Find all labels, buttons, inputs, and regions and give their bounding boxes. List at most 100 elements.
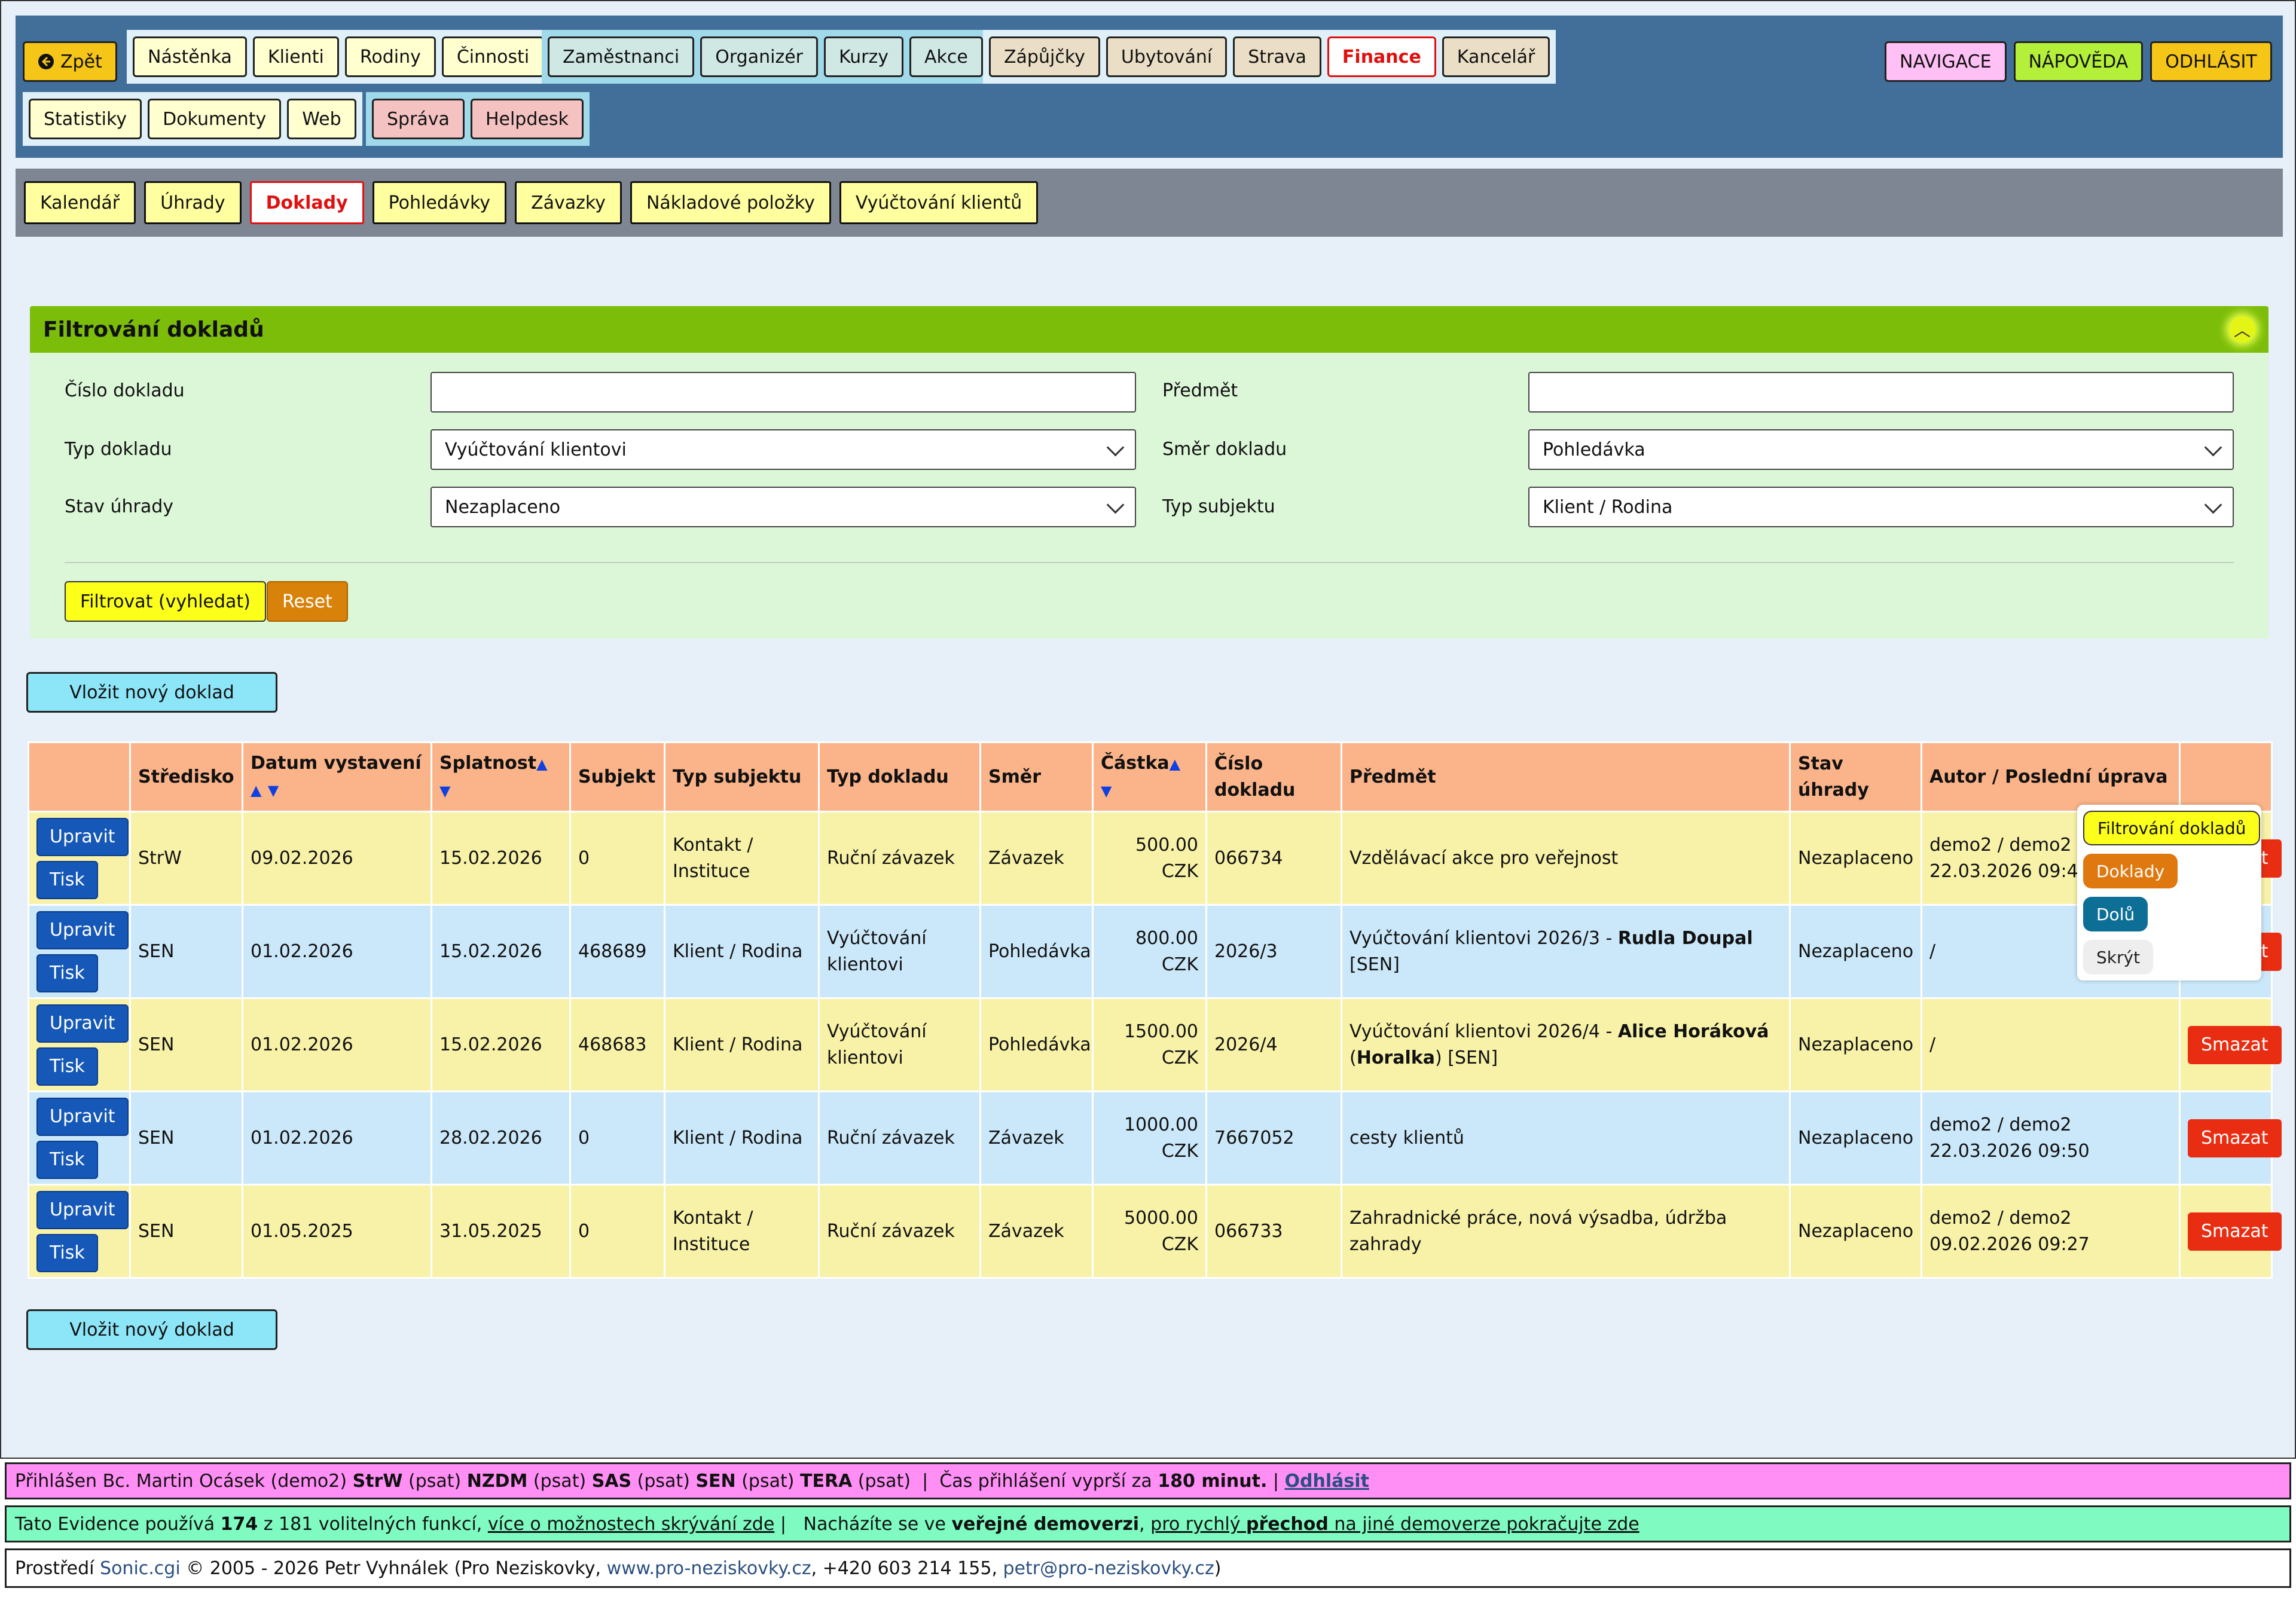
predmet-mid: ( xyxy=(1349,1047,1357,1068)
filter-reset-button[interactable]: Reset xyxy=(267,581,348,622)
tab-nakladove-polozky[interactable]: Nákladové položky xyxy=(630,181,831,224)
typ-subjektu-select[interactable]: Klient / Rodina xyxy=(1528,487,2234,527)
sonic-link[interactable]: Sonic.cgi xyxy=(100,1558,181,1579)
predmet-input[interactable] xyxy=(1528,372,2234,413)
cell-splatnost: 31.05.2025 xyxy=(430,1184,571,1279)
stav-uhrady-select[interactable]: Nezaplaceno xyxy=(430,487,1136,527)
nav-group-5: Správa Helpdesk xyxy=(366,92,590,146)
new-document-button-bottom[interactable]: Vložit nový doklad xyxy=(26,1309,277,1350)
jump-filter-button[interactable]: Filtrování dokladů xyxy=(2083,811,2261,845)
sort-desc-icon[interactable]: ▼ xyxy=(439,783,450,799)
delete-button[interactable]: Smazat xyxy=(2188,1212,2282,1251)
nav-zapujcky[interactable]: Zápůjčky xyxy=(989,36,1100,77)
nav-rodiny[interactable]: Rodiny xyxy=(344,36,436,77)
unit-name: NZDM xyxy=(466,1470,528,1492)
features-link[interactable]: více o možnostech skrývání zde xyxy=(488,1514,774,1535)
typ-dokladu-select[interactable]: Vyúčtování klientovi xyxy=(430,429,1136,470)
predmet-suffix: ) [SEN] xyxy=(1434,1047,1498,1068)
nav-finance[interactable]: Finance xyxy=(1327,36,1436,77)
cell-typ-subjektu: Kontakt / Instituce xyxy=(664,1184,820,1279)
tab-vyuctovani-klientu[interactable]: Vyúčtování klientů xyxy=(839,181,1039,224)
cell-stav: Nezaplaceno xyxy=(1789,904,1922,999)
nav-helpdesk[interactable]: Helpdesk xyxy=(470,99,584,139)
sort-asc-icon[interactable]: ▲ xyxy=(251,782,261,799)
nav-statistiky[interactable]: Statistiky xyxy=(29,99,142,139)
cell-smer: Pohledávka xyxy=(979,997,1094,1092)
jump-documents-button[interactable]: Doklady xyxy=(2083,854,2178,888)
new-document-button-top[interactable]: Vložit nový doklad xyxy=(26,672,277,713)
cell-predmet: Vzdělávací akce pro veřejnost xyxy=(1341,811,1791,906)
demo-switch-link[interactable]: pro rychlý přechod na jiné demoverze pok… xyxy=(1150,1514,1639,1535)
tab-uhrady[interactable]: Úhrady xyxy=(144,181,242,224)
nav-nastenka[interactable]: Nástěnka xyxy=(133,36,247,77)
back-label: Zpět xyxy=(60,51,102,72)
sort-desc-icon[interactable]: ▼ xyxy=(1101,783,1112,799)
delete-button[interactable]: Smazat xyxy=(2188,1119,2282,1157)
edit-button[interactable]: Upravit xyxy=(36,911,129,949)
sort-asc-icon[interactable]: ▲ xyxy=(1170,756,1180,772)
edit-button[interactable]: Upravit xyxy=(36,1004,129,1043)
cell-splatnost: 28.02.2026 xyxy=(430,1090,571,1186)
nav-akce[interactable]: Akce xyxy=(909,36,983,77)
col-predmet: Předmět xyxy=(1341,741,1791,812)
label-smer-dokladu: Směr dokladu xyxy=(1162,439,1287,460)
col-datum-label: Datum vystavení xyxy=(251,753,422,774)
nav-organizer[interactable]: Organizér xyxy=(700,36,818,77)
cell-cislo: 066734 xyxy=(1205,811,1342,906)
collapse-icon[interactable]: ︿ xyxy=(2229,316,2255,343)
demo-link-bold: přechod xyxy=(1246,1513,1329,1535)
print-button[interactable]: Tisk xyxy=(36,954,98,992)
cell-smer: Závazek xyxy=(979,1184,1094,1279)
nav-kancelar[interactable]: Kancelář xyxy=(1442,36,1550,77)
cell-stav: Nezaplaceno xyxy=(1789,1090,1922,1186)
row-delete-cell: Smazat xyxy=(2179,1090,2282,1186)
sort-desc-icon[interactable]: ▼ xyxy=(268,782,279,799)
tab-doklady[interactable]: Doklady xyxy=(249,181,364,224)
chevron-down-icon xyxy=(2204,438,2222,456)
col-cislo-dokladu: Číslo dokladu xyxy=(1205,741,1342,812)
cell-datum: 01.02.2026 xyxy=(242,904,432,999)
tab-kalendar[interactable]: Kalendář xyxy=(24,181,136,224)
cell-castka: 500.00 CZK xyxy=(1092,811,1207,906)
col-delete xyxy=(2179,741,2273,812)
nav-strava[interactable]: Strava xyxy=(1233,36,1321,77)
cell-datum: 01.05.2025 xyxy=(242,1184,432,1279)
help-button[interactable]: NÁPOVĚDA xyxy=(2013,41,2144,82)
jump-down-button[interactable]: Dolů xyxy=(2083,897,2148,931)
tab-pohledavky[interactable]: Pohledávky xyxy=(372,181,507,224)
logout-button[interactable]: ODHLÁSIT xyxy=(2150,41,2272,82)
navigation-button[interactable]: NAVIGACE xyxy=(1885,41,2007,82)
sort-asc-icon[interactable]: ▲ xyxy=(536,756,547,772)
nav-klienti[interactable]: Klienti xyxy=(252,36,339,77)
cell-stredisko: StrW xyxy=(129,811,243,906)
cell-subjekt: 0 xyxy=(569,1090,665,1186)
nav-kurzy[interactable]: Kurzy xyxy=(823,36,904,77)
edit-button[interactable]: Upravit xyxy=(36,1190,129,1229)
nav-ubytovani[interactable]: Ubytování xyxy=(1106,36,1228,77)
print-button[interactable]: Tisk xyxy=(36,860,98,899)
edit-button[interactable]: Upravit xyxy=(36,817,129,856)
back-button[interactable]: Zpět xyxy=(23,41,117,82)
edit-button[interactable]: Upravit xyxy=(36,1097,129,1136)
footer-logout-link[interactable]: Odhlásit xyxy=(1285,1471,1369,1492)
cislo-dokladu-input[interactable] xyxy=(430,372,1136,413)
row-actions-cell: Upravit Tisk xyxy=(28,904,131,999)
email-link[interactable]: petr@pro-neziskovky.cz xyxy=(1003,1558,1214,1579)
nav-zamestnanci[interactable]: Zaměstnanci xyxy=(548,36,695,77)
smer-dokladu-select[interactable]: Pohledávka xyxy=(1528,429,2234,470)
hide-menu-button[interactable]: Skrýt xyxy=(2083,940,2154,975)
nav-dokumenty[interactable]: Dokumenty xyxy=(148,99,282,139)
print-button[interactable]: Tisk xyxy=(36,1047,98,1086)
print-button[interactable]: Tisk xyxy=(36,1140,98,1179)
nav-sprava[interactable]: Správa xyxy=(372,99,465,139)
website-link[interactable]: www.pro-neziskovky.cz xyxy=(607,1558,811,1579)
demo-link-pre: pro rychlý xyxy=(1150,1513,1246,1535)
nav-web[interactable]: Web xyxy=(287,99,356,139)
delete-button[interactable]: Smazat xyxy=(2188,1025,2282,1064)
tab-zavazky[interactable]: Závazky xyxy=(515,181,622,224)
filter-submit-button[interactable]: Filtrovat (vyhledat) xyxy=(65,581,266,622)
predmet-client-name: Rudla Doupal xyxy=(1617,927,1753,949)
nav-cinnosti[interactable]: Činnosti xyxy=(441,36,545,77)
print-button[interactable]: Tisk xyxy=(36,1233,98,1272)
separator: | xyxy=(916,1470,934,1492)
